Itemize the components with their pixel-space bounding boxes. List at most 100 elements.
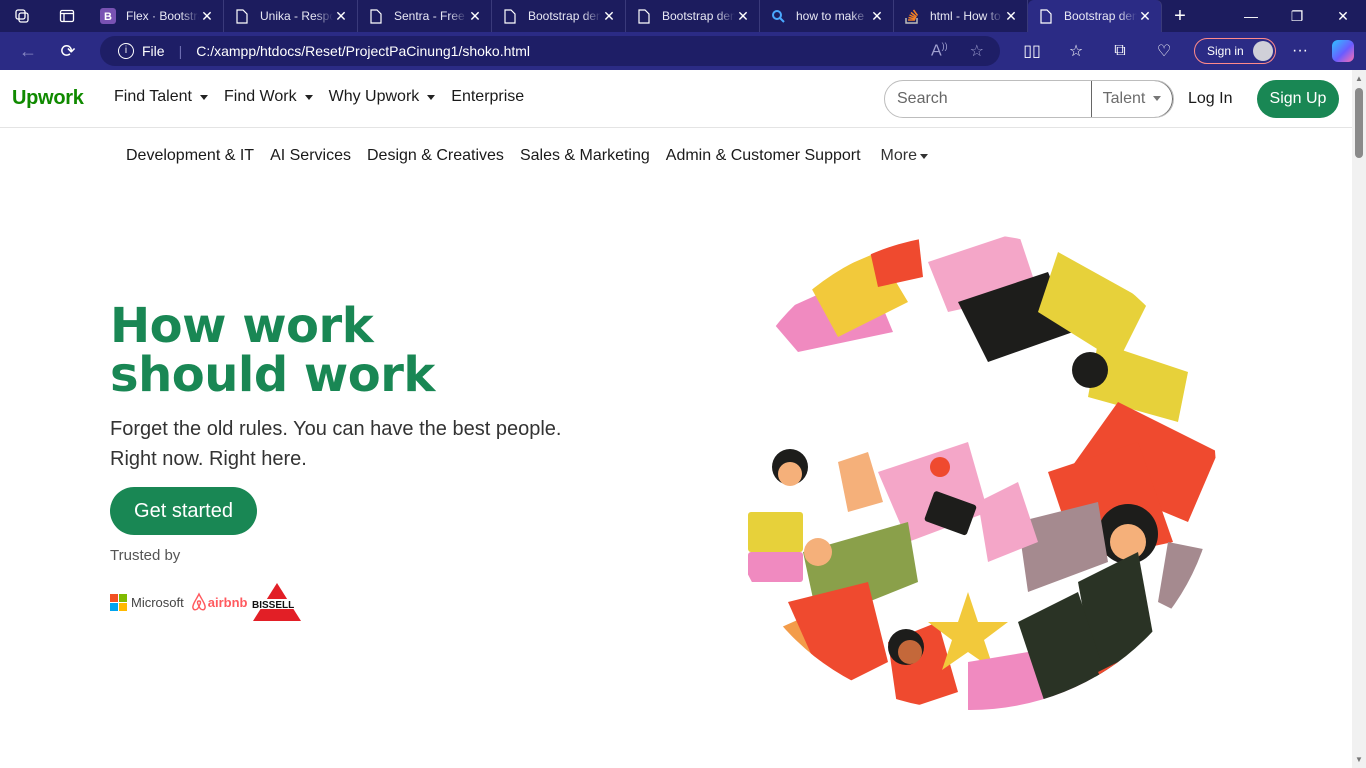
- hero-title-line2: should work: [110, 347, 435, 403]
- nav-label: Find Work: [223, 88, 297, 105]
- search-input[interactable]: [885, 81, 1091, 117]
- browser-tab[interactable]: Unika - Responsive ✕: [224, 0, 358, 32]
- airbnb-brand: airbnb: [207, 594, 248, 610]
- close-tab-icon[interactable]: ✕: [735, 8, 751, 25]
- page-viewport: Upwork Find Talent Find Work Why Upwork …: [0, 70, 1352, 768]
- hero-subtitle: Forget the old rules. You can have the b…: [110, 414, 570, 474]
- tab-title: html - How to: [930, 9, 1001, 23]
- info-icon[interactable]: i: [118, 43, 134, 59]
- browser-tab[interactable]: html - How to ✕: [894, 0, 1028, 32]
- main-menu: Find Talent Find Work Why Upwork Enterpr…: [114, 88, 540, 106]
- browser-tab[interactable]: B Flex · Bootstrap ✕: [90, 0, 224, 32]
- category-ai-services[interactable]: AI Services: [270, 147, 351, 165]
- microsoft-logo-icon: [110, 593, 127, 611]
- nav-label: Find Talent: [114, 88, 192, 105]
- address-bar[interactable]: i File | C:/xampp/htdocs/Reset/ProjectPa…: [100, 36, 1000, 66]
- close-tab-icon[interactable]: ✕: [1137, 8, 1153, 25]
- svg-text:B: B: [104, 11, 112, 23]
- page-icon: [502, 8, 518, 24]
- scrollbar-thumb[interactable]: [1355, 88, 1363, 158]
- browser-tab[interactable]: Bootstrap demo ✕: [492, 0, 626, 32]
- signup-button[interactable]: Sign Up: [1257, 80, 1339, 118]
- page-icon: [234, 8, 250, 24]
- restore-icon[interactable]: ❐: [1274, 8, 1320, 25]
- search-scope-dropdown[interactable]: Talent: [1091, 81, 1173, 117]
- nav-label: Why Upwork: [328, 88, 420, 105]
- new-tab-icon[interactable]: +: [1162, 5, 1198, 28]
- login-link[interactable]: Log In: [1188, 90, 1232, 108]
- nav-why-upwork[interactable]: Why Upwork: [329, 88, 436, 106]
- upwork-logo[interactable]: Upwork: [12, 87, 84, 110]
- browser-toolbar-actions: ▯▯ ☆ ⧉ ♡ Sign in ···: [1010, 32, 1354, 70]
- sign-in-label: Sign in: [1207, 44, 1244, 58]
- page-icon: [636, 8, 652, 24]
- get-started-button[interactable]: Get started: [110, 487, 257, 535]
- close-tab-icon[interactable]: ✕: [199, 8, 215, 25]
- close-tab-icon[interactable]: ✕: [1003, 8, 1019, 25]
- nav-find-work[interactable]: Find Work: [224, 88, 313, 106]
- caret-down-icon: [1153, 96, 1162, 101]
- favorite-star-icon[interactable]: ☆: [970, 41, 984, 61]
- category-design-creatives[interactable]: Design & Creatives: [367, 147, 504, 165]
- page-scrollbar[interactable]: ▲ ▼: [1352, 70, 1366, 768]
- bissell-brand: BISSELL: [252, 600, 294, 611]
- stackoverflow-icon: [904, 8, 920, 24]
- caret-down-icon: [919, 153, 928, 159]
- browser-tab-active[interactable]: Bootstrap demo ✕: [1028, 0, 1162, 32]
- tab-title: Flex · Bootstrap: [126, 9, 199, 23]
- airbnb-icon: [191, 592, 206, 611]
- back-icon[interactable]: ←: [8, 32, 48, 70]
- scheme-label: File: [142, 43, 165, 59]
- copilot-icon[interactable]: [1332, 40, 1354, 62]
- scroll-up-icon[interactable]: ▲: [1355, 74, 1363, 83]
- split-screen-icon[interactable]: ▯▯: [1010, 41, 1054, 61]
- caret-down-icon: [304, 94, 313, 100]
- tab-actions-icon[interactable]: [44, 0, 90, 32]
- category-more-dropdown[interactable]: More: [881, 147, 928, 165]
- refresh-icon[interactable]: ⟳: [48, 32, 88, 70]
- hero-subtitle-line2: Right now. Right here.: [110, 448, 307, 470]
- site-navbar: Upwork Find Talent Find Work Why Upwork …: [0, 70, 1352, 128]
- browser-tab[interactable]: how to make ✕: [760, 0, 894, 32]
- nav-label: Enterprise: [451, 88, 525, 105]
- hero-subtitle-line1: Forget the old rules. You can have the b…: [110, 418, 562, 440]
- bissell-logo: BISSELL: [251, 583, 308, 621]
- minimize-icon[interactable]: —: [1228, 8, 1274, 25]
- browser-essentials-icon[interactable]: ♡: [1142, 41, 1186, 61]
- category-sales-marketing[interactable]: Sales & Marketing: [520, 147, 650, 165]
- airbnb-logo: airbnb: [190, 592, 248, 612]
- caret-down-icon: [427, 94, 436, 100]
- category-admin-support[interactable]: Admin & Customer Support: [666, 147, 861, 165]
- more-options-icon[interactable]: ···: [1282, 42, 1318, 60]
- collections-icon[interactable]: ⧉: [1098, 42, 1142, 60]
- trusted-brands: Microsoft airbnb BISSELL: [110, 582, 308, 622]
- microsoft-brand: Microsoft: [131, 594, 184, 610]
- url-text[interactable]: C:/xampp/htdocs/Reset/ProjectPaCinung1/s…: [196, 43, 530, 59]
- scroll-down-icon[interactable]: ▼: [1355, 755, 1363, 764]
- nav-enterprise[interactable]: Enterprise: [451, 88, 524, 106]
- search-group: Talent: [884, 80, 1174, 118]
- hero-title: How work should work: [110, 302, 435, 400]
- read-aloud-icon[interactable]: A)): [931, 41, 948, 61]
- category-nav: Development & IT AI Services Design & Cr…: [126, 147, 928, 165]
- sign-in-button[interactable]: Sign in: [1194, 38, 1276, 64]
- trusted-by-label: Trusted by: [110, 547, 181, 564]
- close-tab-icon[interactable]: ✕: [467, 8, 483, 25]
- caret-down-icon: [199, 94, 208, 100]
- tab-title: how to make: [796, 9, 865, 23]
- browser-tab[interactable]: Bootstrap demo ✕: [626, 0, 760, 32]
- search-icon: [770, 8, 786, 24]
- address-divider: |: [178, 43, 183, 59]
- close-tab-icon[interactable]: ✕: [869, 8, 885, 25]
- tab-title: Bootstrap demo: [1064, 9, 1137, 23]
- nav-find-talent[interactable]: Find Talent: [114, 88, 208, 106]
- favorites-icon[interactable]: ☆: [1054, 41, 1098, 61]
- close-tab-icon[interactable]: ✕: [333, 8, 349, 25]
- browser-tab[interactable]: Sentra - Free ✕: [358, 0, 492, 32]
- close-tab-icon[interactable]: ✕: [601, 8, 617, 25]
- tab-title: Bootstrap demo: [528, 9, 601, 23]
- workspaces-icon[interactable]: [0, 0, 44, 32]
- category-development-it[interactable]: Development & IT: [126, 147, 254, 165]
- close-window-icon[interactable]: ✕: [1320, 8, 1366, 25]
- page-icon: [1038, 8, 1054, 24]
